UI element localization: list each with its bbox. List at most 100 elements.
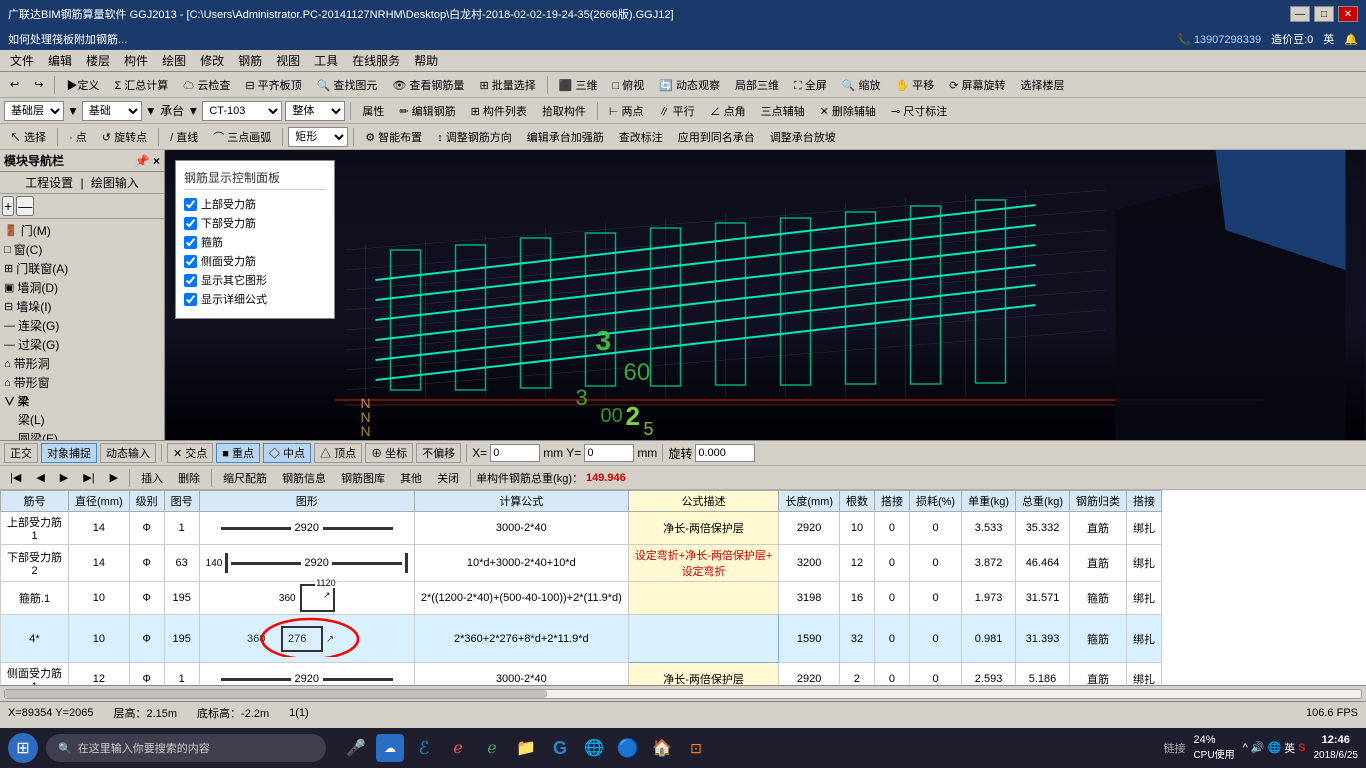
cell-id[interactable]: 侧面受力筋1 [1,663,69,686]
minimize-button[interactable]: — [1290,6,1310,22]
cell-id[interactable]: 上部受力筋1 [1,512,69,545]
nav-prev[interactable]: ◀ [30,469,50,486]
cell-diameter[interactable]: 10 [69,615,130,663]
nav-first[interactable]: |◀ [4,469,27,486]
bell-icon[interactable]: 🔔 [1344,33,1358,46]
sidebar-item-trapez-window[interactable]: ⌂带形窗 [2,373,162,392]
nav-next[interactable]: ▶ [54,469,74,486]
maximize-button[interactable]: □ [1314,6,1334,22]
cell-total-weight[interactable]: 31.571 [1016,582,1070,615]
zoom-button[interactable]: 🔍 缩放 [836,75,887,95]
midpoint-btn[interactable]: ■ 重点 [216,443,260,463]
hscrollbar[interactable] [0,685,1366,701]
cell-shape[interactable]: 2920 [199,512,414,545]
task-app-icon[interactable]: 🌐 [580,734,608,762]
cell-lap[interactable]: 0 [874,663,909,686]
pan-button[interactable]: ✋ 平移 [889,75,940,95]
cell-lap[interactable]: 0 [874,615,909,663]
cell-length[interactable]: 2920 [779,512,840,545]
cell-total-weight[interactable]: 31.393 [1016,615,1070,663]
task-mic-icon[interactable]: 🎤 [342,734,370,762]
cell-count[interactable]: 12 [839,545,874,582]
arc-button[interactable]: ⌒ 三点画弧 [207,127,277,147]
cell-count[interactable]: 32 [839,615,874,663]
cell-lap2[interactable]: 绑扎 [1127,512,1162,545]
task-app3-icon[interactable]: 🏠 [648,734,676,762]
cell-lap2[interactable]: 绑扎 [1127,615,1162,663]
cell-id[interactable]: 4* [1,615,69,663]
vertex-btn[interactable]: △ 顶点 [314,443,362,463]
x-input[interactable] [490,444,540,462]
cell-grade[interactable]: Ф [129,512,164,545]
sidebar-item-beam[interactable]: —过梁(G) [2,335,162,354]
cell-loss[interactable]: 0 [909,545,961,582]
close-button[interactable]: ✕ [1338,6,1358,22]
checkbox-stirrup[interactable]: 箍筋 [184,234,326,250]
cell-grade[interactable]: Ф [129,663,164,686]
two-points-button[interactable]: ⊢ 两点 [603,101,650,121]
cell-type[interactable]: 箍筋 [1070,582,1127,615]
cell-length[interactable]: 3200 [779,545,840,582]
checkbox-side-steel[interactable]: 侧面受力筋 [184,253,326,269]
menu-modify[interactable]: 修改 [194,50,230,71]
checkbox-top-steel[interactable]: 上部受力筋 [184,196,326,212]
sidebar-item-wall-hole[interactable]: ▣墙洞(D) [2,278,162,297]
engineering-setup[interactable]: 工程设置 [25,176,73,190]
cell-diameter[interactable]: 10 [69,582,130,615]
task-browser2-icon[interactable]: ℯ [478,734,506,762]
y-input[interactable] [584,444,634,462]
steel-lib-btn[interactable]: 钢筋图库 [335,468,391,488]
cell-formula[interactable]: 3000-2*40 [414,663,628,686]
search-box[interactable]: 🔍 在这里输入你要搜索的内容 [46,734,326,762]
edit-steel-button[interactable]: ✏ 编辑钢筋 [393,101,461,121]
menu-floor[interactable]: 楼层 [80,50,116,71]
cell-lap2[interactable]: 绑扎 [1127,545,1162,582]
scope-dropdown[interactable]: 整体 [285,101,345,121]
cell-diameter[interactable]: 14 [69,545,130,582]
menu-component[interactable]: 构件 [118,50,154,71]
cell-loss[interactable]: 0 [909,512,961,545]
cell-lap[interactable]: 0 [874,545,909,582]
task-app2-icon[interactable]: 🔵 [614,734,642,762]
point-angle-button[interactable]: ∠ 点角 [704,101,752,121]
smart-layout-button[interactable]: ⚙ 智能布置 [359,127,428,147]
cell-type[interactable]: 直筋 [1070,545,1127,582]
sidebar-item-beam-L[interactable]: 梁(L) [2,410,162,429]
sidebar-item-door-window[interactable]: ⊞门联窗(A) [2,259,162,278]
layer-dropdown[interactable]: 基础层 [4,101,64,121]
cell-total-weight[interactable]: 35.332 [1016,512,1070,545]
cell-loss[interactable]: 0 [909,615,961,663]
dim-button[interactable]: ⊸ 尺寸标注 [885,101,953,121]
cell-lap2[interactable]: 绑扎 [1127,582,1162,615]
close-btn[interactable]: 关闭 [431,468,465,488]
pick-component-button[interactable]: 拾取构件 [536,101,592,121]
cell-formula[interactable]: 2*((1200-2*40)+(500-40-100))+2*(11.9*d) [414,582,628,615]
taskbar-arrow-icon[interactable]: ^ [1243,742,1248,754]
cell-count[interactable]: 16 [839,582,874,615]
sidebar-tool1[interactable]: + [2,196,14,216]
check-mark-button[interactable]: 查改标注 [613,127,669,147]
taskbar-clock[interactable]: 12:46 2018/6/25 [1314,733,1359,762]
select-floor-button[interactable]: 选择楼层 [1015,75,1071,95]
cell-shape[interactable]: 2920 [199,663,414,686]
cell-total-weight[interactable]: 46.464 [1016,545,1070,582]
cell-shape[interactable]: 360 276 ↗ [199,615,414,663]
redo-button[interactable]: ↪ [28,76,49,93]
property-button[interactable]: 属性 [356,101,390,121]
find-elem-button[interactable]: 🔍 查找图元 [311,75,384,95]
align-top-button[interactable]: ⊟ 平齐板顶 [239,75,307,95]
cell-formula[interactable]: 10*d+3000-2*40+10*d [414,545,628,582]
adjust-dir-button[interactable]: ↕ 调整钢筋方向 [431,127,518,147]
cell-grade[interactable]: Ф [129,582,164,615]
coord-btn[interactable]: ⊕ 坐标 [365,443,413,463]
steel-info-btn[interactable]: 钢筋信息 [276,468,332,488]
nav-more[interactable]: ▶ [104,469,124,486]
dynamic-input-btn[interactable]: 动态输入 [100,443,156,463]
cell-unit-weight[interactable]: 3.533 [962,512,1016,545]
fullscreen-button[interactable]: ⛶ 全屏 [788,75,833,95]
menu-online[interactable]: 在线服务 [346,50,406,71]
task-app4-icon[interactable]: ⊡ [682,734,710,762]
cell-id[interactable]: 箍筋.1 [1,582,69,615]
sidebar-item-beam-group[interactable]: ∨ 梁 [2,392,162,410]
taskbar-net-icon[interactable]: 🌐 [1267,741,1281,754]
